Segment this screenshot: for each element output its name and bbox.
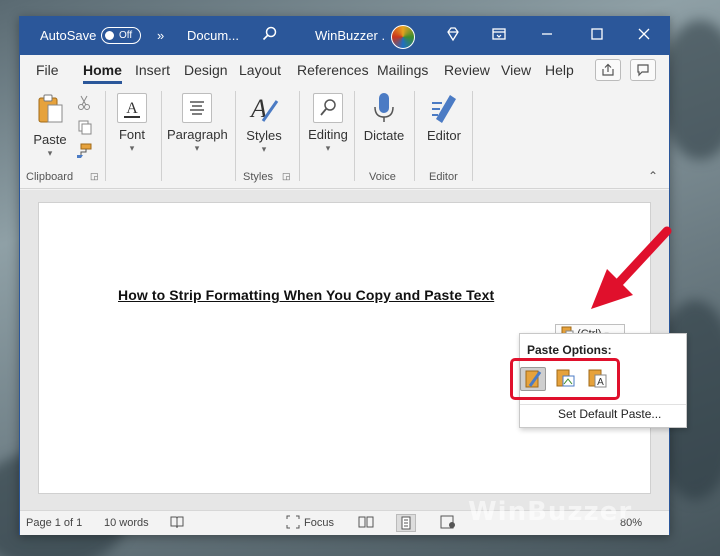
set-default-paste-item[interactable]: Set Default Paste... <box>558 407 661 421</box>
word-count[interactable]: 10 words <box>104 517 149 529</box>
tab-review[interactable]: Review <box>444 62 490 78</box>
print-layout-icon[interactable] <box>396 514 416 532</box>
word-window: AutoSave Off » Docum... WinBuzzer . File… <box>19 16 670 535</box>
chevron-down-icon: ▾ <box>129 143 135 153</box>
clipboard-group-label: Clipboard <box>26 171 74 183</box>
document-name[interactable]: Docum... <box>187 28 239 43</box>
paste-label: Paste <box>33 132 67 147</box>
ribbon-tabs: File Home Insert Design Layout Reference… <box>20 55 669 85</box>
keep-source-formatting-icon[interactable] <box>520 367 546 391</box>
focus-label[interactable]: Focus <box>304 517 334 529</box>
editor-button[interactable]: Editor <box>422 91 466 143</box>
group-divider <box>105 91 106 181</box>
keep-text-only-icon[interactable]: A <box>585 367 611 391</box>
autosave-toggle[interactable]: Off <box>101 27 141 44</box>
styles-launcher-icon[interactable]: ◲ <box>282 171 291 182</box>
group-divider <box>161 91 162 181</box>
chevron-down-icon: ▾ <box>47 148 53 158</box>
tab-insert[interactable]: Insert <box>135 62 170 78</box>
merge-formatting-icon[interactable] <box>553 367 579 391</box>
ribbon-display-icon[interactable] <box>490 26 508 44</box>
autosave-label: AutoSave <box>40 28 97 43</box>
editor-pen-icon <box>432 95 456 123</box>
font-label: Font <box>118 127 145 142</box>
magnifier-icon <box>313 93 343 123</box>
read-mode-icon[interactable] <box>358 515 374 532</box>
styles-icon: A <box>249 94 279 123</box>
collapse-ribbon-icon[interactable]: ⌃ <box>648 169 658 183</box>
tab-help[interactable]: Help <box>545 62 574 78</box>
voice-group-label: Voice <box>369 171 396 183</box>
chevron-down-icon: ▾ <box>261 144 267 154</box>
tab-references[interactable]: References <box>297 62 369 78</box>
paste-options-highlight: A <box>510 358 620 400</box>
search-icon[interactable] <box>261 26 279 44</box>
clipboard-group: Paste ▾ Clipboard ◲ <box>20 85 106 189</box>
styles-label: Styles <box>246 128 282 143</box>
read-aloud-icon[interactable] <box>170 515 184 532</box>
share-icon[interactable] <box>595 59 621 81</box>
comments-icon[interactable] <box>630 59 656 81</box>
group-divider <box>414 91 415 181</box>
avatar[interactable] <box>391 25 415 49</box>
tab-mailings[interactable]: Mailings <box>377 62 428 78</box>
chevron-down-icon: ▾ <box>325 143 331 153</box>
format-painter-icon[interactable] <box>75 143 93 164</box>
paste-button[interactable]: Paste ▾ <box>32 93 68 159</box>
tab-design[interactable]: Design <box>184 62 228 78</box>
paste-options-popup: Paste Options: A Set Default Paste... <box>510 333 687 428</box>
group-divider <box>354 91 355 181</box>
toggle-knob <box>105 31 114 40</box>
svg-text:A: A <box>126 100 138 117</box>
svg-text:A: A <box>597 377 604 388</box>
ribbon: Paste ▾ Clipboard ◲ A Font ▾ Paragraph ▾… <box>20 85 669 189</box>
document-heading[interactable]: How to Strip Formatting When You Copy an… <box>118 287 494 303</box>
group-divider <box>472 91 473 181</box>
close-icon[interactable] <box>635 26 653 44</box>
popup-divider <box>520 404 686 405</box>
chevron-down-icon: ▾ <box>194 143 200 153</box>
annotation-arrow <box>591 226 672 309</box>
paragraph-button[interactable]: Paragraph ▾ <box>167 93 228 154</box>
tab-view[interactable]: View <box>501 62 531 78</box>
minimize-icon[interactable] <box>538 26 556 44</box>
tab-file[interactable]: File <box>36 62 59 78</box>
focus-icon[interactable] <box>286 515 300 532</box>
maximize-icon[interactable] <box>588 26 606 44</box>
paste-options-title: Paste Options: <box>527 343 612 357</box>
font-icon: A <box>117 93 147 123</box>
title-bar: AutoSave Off » Docum... WinBuzzer . <box>20 17 669 55</box>
tab-layout[interactable]: Layout <box>239 62 281 78</box>
account-name[interactable]: WinBuzzer . <box>315 28 385 43</box>
editing-button[interactable]: Editing ▾ <box>303 93 353 154</box>
diamond-icon[interactable] <box>444 26 462 44</box>
copy-icon[interactable] <box>77 119 93 140</box>
autosave-state: Off <box>119 30 133 41</box>
paragraph-label: Paragraph <box>167 127 228 142</box>
watermark: WinBuzzer <box>468 497 633 527</box>
tab-home[interactable]: Home <box>83 62 122 84</box>
dictate-label: Dictate <box>363 128 405 143</box>
web-layout-icon[interactable] <box>440 515 456 532</box>
editing-label: Editing <box>308 127 348 142</box>
microphone-icon <box>374 93 394 122</box>
dictate-button[interactable]: Dictate <box>359 91 409 143</box>
cut-icon[interactable] <box>77 95 91 116</box>
styles-group-label: Styles <box>243 171 273 183</box>
editor-group-label: Editor <box>429 171 458 183</box>
clipboard-launcher-icon[interactable]: ◲ <box>90 171 99 182</box>
more-commands-button[interactable]: » <box>157 28 164 43</box>
styles-button[interactable]: A Styles ▾ <box>242 91 286 155</box>
paragraph-icon <box>182 93 212 123</box>
group-divider <box>235 91 236 181</box>
editor-label: Editor <box>427 128 461 143</box>
group-divider <box>299 91 300 181</box>
page-count[interactable]: Page 1 of 1 <box>26 517 82 529</box>
font-button[interactable]: A Font ▾ <box>112 93 152 154</box>
clipboard-icon <box>38 94 63 123</box>
